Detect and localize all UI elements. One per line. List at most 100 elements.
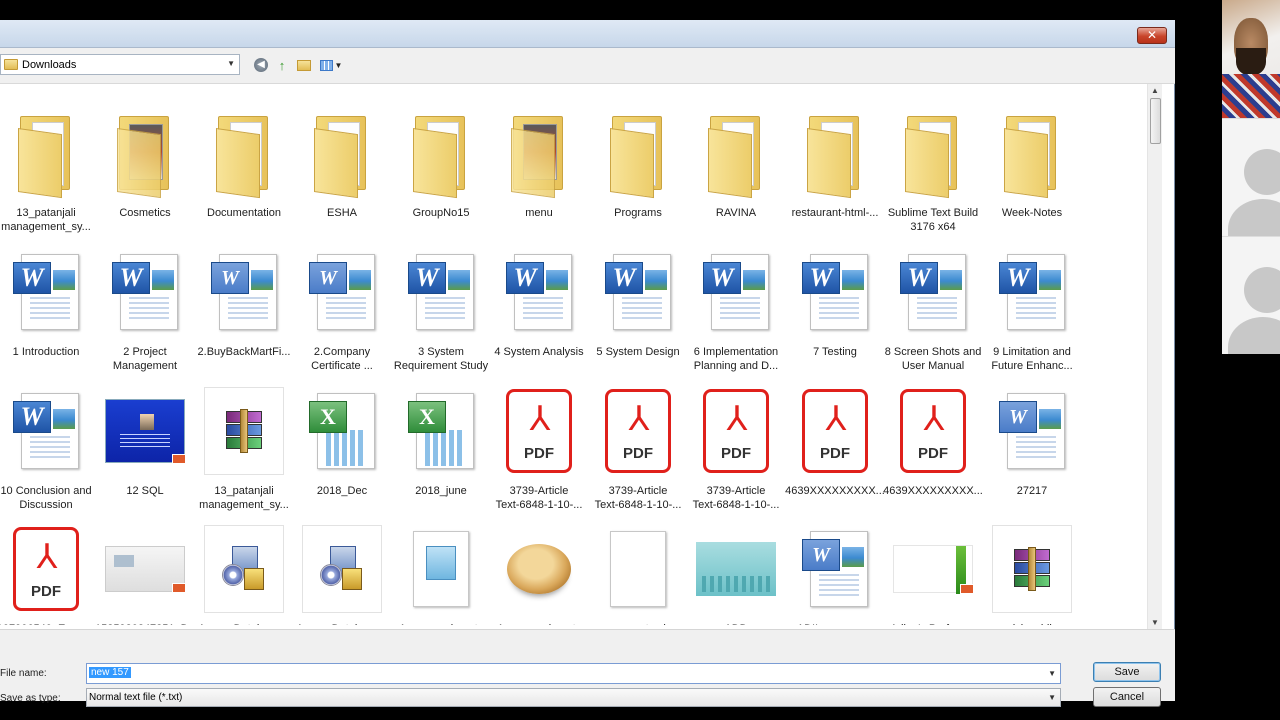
file-item[interactable]: 13_patanjali management_sy...	[197, 387, 291, 519]
file-item[interactable]: 1585930247251_D...	[95, 525, 198, 625]
file-label: restaurant-html-...	[791, 207, 879, 219]
file-label: ADD PASSGENGER	[686, 622, 786, 625]
file-item[interactable]: ⅄ PDF 3739-Article Text-6848-1-10-...	[492, 387, 586, 519]
file-thumbnail: X	[302, 387, 382, 475]
file-item[interactable]: account.sql	[591, 525, 685, 625]
pdf-icon: ⅄ PDF	[703, 389, 769, 473]
word-document-icon: W	[703, 252, 769, 332]
file-item[interactable]: W 5 System Design	[591, 248, 685, 380]
file-item[interactable]: AccessDatabase...	[197, 525, 291, 625]
file-item[interactable]: ⅄ PDF 4639XXXXXXXXX...	[785, 387, 885, 519]
chevron-down-icon[interactable]: ▼	[1048, 669, 1056, 678]
image-thumbnail-icon	[105, 546, 186, 593]
file-thumbnail: W	[499, 248, 579, 336]
file-item[interactable]: 12 SQL	[98, 387, 192, 519]
file-item[interactable]: W 6 Implementation Planning and D...	[689, 248, 783, 380]
file-item[interactable]: RAVINA	[689, 109, 783, 241]
file-item[interactable]: X 2018_june	[394, 387, 488, 519]
file-thumbnail: W	[302, 248, 382, 336]
file-item[interactable]: 13_patanjali management_sy...	[0, 109, 93, 241]
new-folder-button[interactable]	[295, 56, 313, 74]
file-item[interactable]: W 9 Limitation and Future Enhanc...	[985, 248, 1079, 380]
participant-avatar	[1222, 236, 1280, 354]
file-item[interactable]: W 2.Company Certificate ...	[295, 248, 389, 380]
file-thumbnail: W	[795, 248, 875, 336]
file-item[interactable]: Adina'z Perfumes	[886, 525, 980, 625]
file-item[interactable]: restaurant-html-...	[788, 109, 882, 241]
up-folder-icon: ↑	[278, 57, 286, 73]
file-item[interactable]: GroupNo15	[394, 109, 488, 241]
file-item[interactable]: ⅄ PDF 3739-Article Text-6848-1-10-...	[591, 387, 685, 519]
folder-icon	[214, 114, 274, 199]
file-label: 3 System Requirement Study	[393, 346, 489, 372]
file-item[interactable]: Cosmetics	[98, 109, 192, 241]
location-dropdown[interactable]: Downloads ▼	[0, 54, 240, 75]
file-item[interactable]: Accompaniments	[394, 525, 488, 625]
file-label: 27217	[1016, 485, 1048, 497]
save-button[interactable]: Save	[1093, 662, 1161, 682]
file-item[interactable]: menu	[492, 109, 586, 241]
file-label: 3739-Article Text-6848-1-10-...	[495, 485, 583, 511]
file-item[interactable]: W 3 System Requirement Study	[394, 248, 488, 380]
close-button[interactable]: ✕	[1137, 27, 1167, 44]
file-item[interactable]: W 2.BuyBackMartFi...	[197, 248, 291, 380]
file-thumbnail	[6, 109, 86, 199]
folder-icon	[115, 114, 175, 199]
up-folder-button[interactable]: ↑	[273, 56, 291, 74]
file-item[interactable]: W 10 Conclusion and Discussion	[0, 387, 93, 519]
file-item[interactable]: W 7 Testing	[788, 248, 882, 380]
word-document-icon: W	[506, 252, 572, 332]
file-item[interactable]: W ADIL_synopsys	[788, 525, 882, 625]
file-thumbnail: ⅄ PDF	[598, 387, 678, 475]
file-label: 12 SQL	[126, 485, 164, 497]
file-label: ESHA	[327, 207, 357, 219]
file-item[interactable]: W 4 System Analysis	[492, 248, 586, 380]
save-as-type-select[interactable]: Normal text file (*.txt) ▼	[86, 688, 1061, 707]
file-thumbnail	[401, 109, 481, 199]
blank-file-icon	[610, 531, 666, 607]
file-label: Cosmetics	[119, 207, 171, 219]
file-item[interactable]: ESHA	[295, 109, 389, 241]
file-item[interactable]: W 1 Introduction	[0, 248, 93, 380]
file-item[interactable]: X 2018_Dec	[295, 387, 389, 519]
cancel-button[interactable]: Cancel	[1093, 687, 1161, 707]
file-label: 8 Screen Shots and User Manual	[884, 346, 982, 372]
file-item[interactable]: Documentation	[197, 109, 291, 241]
file-item[interactable]: W 8 Screen Shots and User Manual	[884, 248, 982, 380]
file-item[interactable]: Programs	[591, 109, 685, 241]
vertical-scrollbar[interactable]: ▲ ▼	[1147, 84, 1162, 629]
file-thumbnail	[105, 387, 186, 475]
participant-video	[1222, 0, 1280, 118]
file-thumbnail	[204, 387, 284, 475]
file-item[interactable]: W 2 Project Management	[98, 248, 192, 380]
file-label: 13_patanjali management_sy...	[199, 485, 289, 511]
file-label: ADIL_synopsys	[785, 622, 885, 625]
file-thumbnail: W	[893, 248, 973, 336]
file-thumbnail: W	[696, 248, 776, 336]
file-label: 4639XXXXXXXXX...	[883, 485, 983, 497]
file-item[interactable]: advjavajdbc	[985, 525, 1079, 625]
file-label: Adina'z Perfumes	[883, 622, 983, 625]
scroll-thumb[interactable]	[1150, 98, 1161, 144]
view-menu-button[interactable]: ▼	[318, 56, 344, 74]
file-item[interactable]: AccessDatabase...	[295, 525, 389, 625]
view-icon	[319, 59, 333, 71]
file-label: 4639XXXXXXXXX...	[785, 485, 885, 497]
file-item[interactable]: Sublime Text Build 3176 x64	[886, 109, 980, 241]
file-label: 6 Implementation Planning and D...	[693, 346, 779, 372]
file-thumbnail: W	[795, 525, 875, 613]
scroll-down-icon[interactable]: ▼	[1151, 618, 1159, 627]
file-label: Accompaniments	[391, 622, 491, 625]
file-item[interactable]: ⅄ PDF 4639XXXXXXXXX...	[883, 387, 983, 519]
file-item[interactable]: W 27217	[985, 387, 1079, 519]
setup-icon	[302, 525, 382, 613]
file-item[interactable]: Accompaniments	[492, 525, 586, 625]
file-item[interactable]: ADD PASSGENGER	[689, 525, 783, 625]
back-button[interactable]: ◀	[252, 56, 270, 74]
file-item[interactable]: ⅄ PDF 3739-Article Text-6848-1-10-...	[689, 387, 783, 519]
scroll-up-icon[interactable]: ▲	[1151, 86, 1159, 95]
file-name-input[interactable]: new 157 ▼	[86, 663, 1061, 684]
file-thumbnail	[893, 525, 974, 613]
file-item[interactable]: ⅄PDF 107906540_Exam...	[0, 525, 95, 625]
file-item[interactable]: Week-Notes	[985, 109, 1079, 241]
